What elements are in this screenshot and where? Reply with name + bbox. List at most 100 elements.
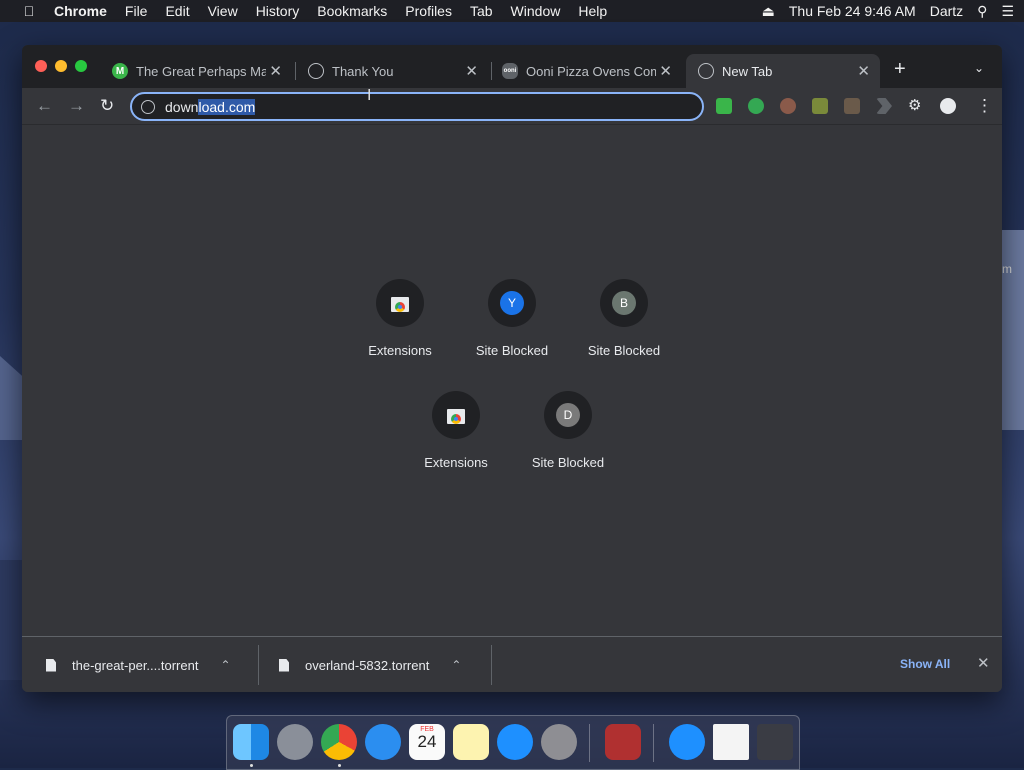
shortcut-tile[interactable]: Extensions xyxy=(408,391,504,470)
menu-file[interactable]: File xyxy=(125,3,148,19)
menu-tab[interactable]: Tab xyxy=(470,3,493,19)
shortcut-tile[interactable]: Extensions xyxy=(352,279,448,358)
menubar-user[interactable]: Dartz xyxy=(930,3,963,19)
shortcut-icon-circle: B xyxy=(600,279,648,327)
extension-photo-icon[interactable] xyxy=(844,98,860,114)
spotlight-search-icon[interactable]: ⚲ xyxy=(977,3,987,20)
download-item[interactable]: overland-5832.torrent ⌃ xyxy=(279,637,461,692)
chevron-up-icon[interactable]: ⌃ xyxy=(451,658,461,672)
extension-arrow-icon[interactable] xyxy=(876,98,892,114)
address-bar-text[interactable]: download.com xyxy=(165,98,256,115)
tab-favicon-ooni-icon: ooni xyxy=(502,63,518,79)
tab-close-icon[interactable]: ✕ xyxy=(659,62,672,80)
desktop-wallpaper-peak xyxy=(1000,230,1024,430)
tab-title: Thank You xyxy=(332,63,394,79)
tab-globe-icon xyxy=(698,63,714,79)
extension-swirl-icon[interactable] xyxy=(780,98,796,114)
finder-icon[interactable] xyxy=(233,724,269,760)
apple-menu-icon[interactable]:  xyxy=(20,3,38,19)
window-zoom-button[interactable] xyxy=(75,60,87,72)
tab-title: The Great Perhaps Ma xyxy=(136,63,266,79)
menubar-clock[interactable]: Thu Feb 24 9:46 AM xyxy=(789,3,916,19)
menu-view[interactable]: View xyxy=(208,3,238,19)
extensions-puzzle-icon[interactable]: ⚙ xyxy=(908,96,924,114)
shortcut-icon-circle xyxy=(432,391,480,439)
menu-help[interactable]: Help xyxy=(578,3,607,19)
chevron-up-icon[interactable]: ⌃ xyxy=(220,658,230,672)
safari-icon[interactable] xyxy=(365,724,401,760)
tab-the-great-perhaps[interactable]: M The Great Perhaps Ma ✕ xyxy=(112,54,292,88)
downloads-bar: the-great-per....torrent ⌃ overland-5832… xyxy=(22,636,1002,692)
trash-icon[interactable] xyxy=(757,724,793,760)
tab-search-chevron-icon[interactable]: ⌄ xyxy=(974,61,984,75)
menu-window[interactable]: Window xyxy=(511,3,561,19)
window-minimize-button[interactable] xyxy=(55,60,67,72)
tab-ooni-pizza-ovens[interactable]: ooni Ooni Pizza Ovens Com ✕ xyxy=(502,54,682,88)
running-indicator xyxy=(250,764,253,767)
notes-icon[interactable] xyxy=(453,724,489,760)
new-tab-page: Extensions Y Site Blocked B Site Blocked… xyxy=(22,125,1002,635)
calendar-icon[interactable]: FEB 24 xyxy=(409,724,445,760)
menu-profiles[interactable]: Profiles xyxy=(405,3,452,19)
menu-app-name[interactable]: Chrome xyxy=(54,3,107,19)
document-icon[interactable] xyxy=(713,724,749,760)
site-info-globe-icon[interactable] xyxy=(141,99,155,114)
desktop-partial-text: m xyxy=(1002,262,1012,276)
tab-close-icon[interactable]: ✕ xyxy=(465,62,478,80)
shortcut-tile[interactable]: D Site Blocked xyxy=(520,391,616,470)
menu-edit[interactable]: Edit xyxy=(165,3,189,19)
shortcut-label: Extensions xyxy=(368,343,432,358)
shortcut-icon-circle: Y xyxy=(488,279,536,327)
close-downloads-bar-icon[interactable]: ✕ xyxy=(977,654,990,672)
photo-booth-icon[interactable] xyxy=(605,724,641,760)
shortcut-tile[interactable]: Y Site Blocked xyxy=(464,279,560,358)
download-divider xyxy=(491,645,492,685)
new-tab-button[interactable]: + xyxy=(894,59,906,79)
address-bar[interactable]: download.com xyxy=(130,92,704,121)
toolbar: ← → ↻ download.com ⚙ ⋮ xyxy=(22,88,1002,125)
app-store-folder-icon[interactable] xyxy=(669,724,705,760)
chrome-web-store-icon xyxy=(389,293,411,313)
calendar-day: 24 xyxy=(417,732,437,751)
forward-button[interactable]: → xyxy=(68,96,85,116)
chrome-icon[interactable] xyxy=(321,724,357,760)
download-filename: the-great-per....torrent xyxy=(72,657,199,673)
shortcut-label: Site Blocked xyxy=(475,343,549,358)
extension-green-doc-icon[interactable] xyxy=(716,98,732,114)
menu-bookmarks[interactable]: Bookmarks xyxy=(317,3,387,19)
system-preferences-icon[interactable] xyxy=(541,724,577,760)
running-indicator xyxy=(338,764,341,767)
menu-history[interactable]: History xyxy=(256,3,300,19)
control-center-icon[interactable]: ☰ xyxy=(1001,3,1014,20)
more-menu-icon[interactable]: ⋮ xyxy=(976,96,993,116)
shortcut-letter-icon: Y xyxy=(500,291,524,315)
window-close-button[interactable] xyxy=(35,60,47,72)
shortcut-label: Site Blocked xyxy=(531,455,605,470)
tab-title: Ooni Pizza Ovens Com xyxy=(526,63,656,79)
dock-divider xyxy=(589,724,590,762)
chrome-window: M The Great Perhaps Ma ✕ Thank You ✕ oon… xyxy=(22,45,1002,692)
download-item[interactable]: the-great-per....torrent ⌃ xyxy=(46,637,231,692)
shortcut-tile[interactable]: B Site Blocked xyxy=(576,279,672,358)
tab-thank-you[interactable]: Thank You ✕ xyxy=(308,54,488,88)
eject-icon[interactable]: ⏏ xyxy=(762,3,775,20)
shortcut-letter-icon: D xyxy=(556,403,580,427)
tab-title: New Tab xyxy=(722,63,773,79)
chrome-web-store-icon xyxy=(445,405,467,425)
dock: FEB 24 xyxy=(226,715,800,770)
tab-new-tab[interactable]: New Tab ✕ xyxy=(686,54,880,88)
back-button[interactable]: ← xyxy=(36,96,53,116)
show-all-downloads-button[interactable]: Show All xyxy=(900,657,950,671)
tab-close-icon[interactable]: ✕ xyxy=(269,62,282,80)
extension-pb-icon[interactable] xyxy=(748,98,764,114)
download-filename: overland-5832.torrent xyxy=(305,657,430,673)
launchpad-icon[interactable] xyxy=(277,724,313,760)
shortcut-label: Site Blocked xyxy=(587,343,661,358)
tab-close-icon[interactable]: ✕ xyxy=(857,62,870,80)
tab-favicon-m-icon: M xyxy=(112,63,128,79)
extension-image-icon[interactable] xyxy=(812,98,828,114)
reload-button[interactable]: ↻ xyxy=(100,96,114,116)
profile-avatar-icon[interactable] xyxy=(940,98,956,114)
file-icon xyxy=(46,658,56,672)
app-store-icon[interactable] xyxy=(497,724,533,760)
